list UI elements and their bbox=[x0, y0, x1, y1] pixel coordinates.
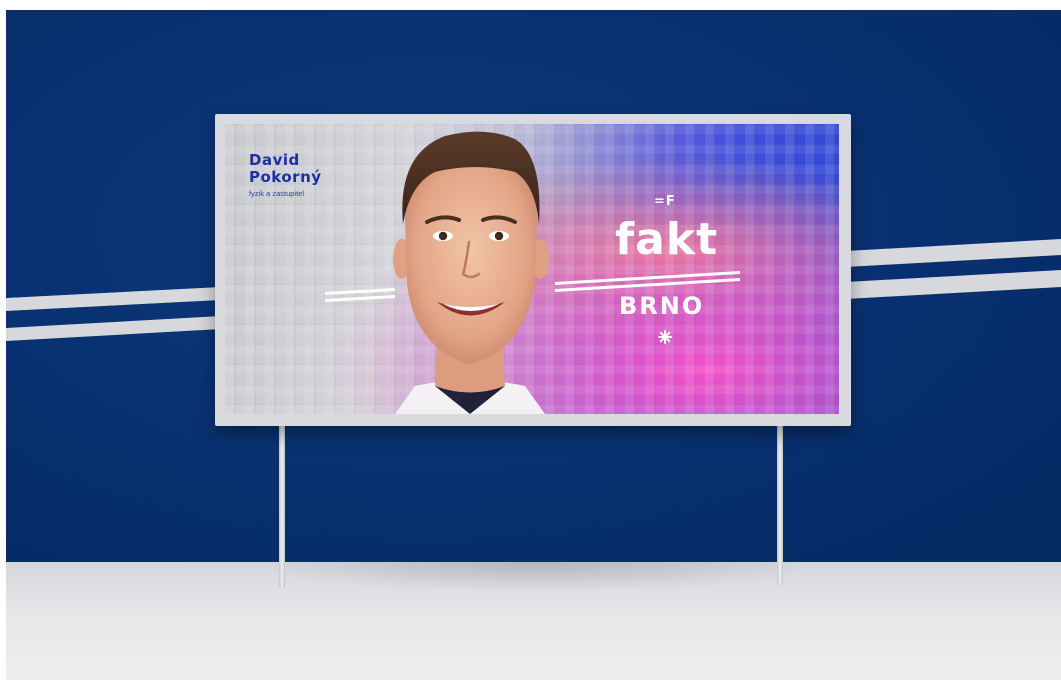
face bbox=[405, 156, 537, 364]
candidate-last-name: Pokorný bbox=[249, 168, 322, 186]
billboard-post-right bbox=[777, 424, 783, 585]
right-stripe-upper bbox=[846, 239, 1061, 267]
deco-line-right-2 bbox=[555, 278, 740, 292]
right-stripe-lower bbox=[846, 270, 1061, 299]
left-iris bbox=[438, 231, 448, 241]
candidate-subtitle: fyzik a zastupitel bbox=[249, 189, 305, 198]
floor-shadow bbox=[256, 562, 816, 592]
asterisk-icon bbox=[658, 330, 672, 344]
left-stripe-upper bbox=[6, 287, 221, 311]
left-stripe-lower bbox=[6, 316, 221, 341]
billboard-panel: David Pokorný fyzik a zastupitel =F fakt… bbox=[225, 124, 839, 414]
billboard-frame: David Pokorný fyzik a zastupitel =F fakt… bbox=[215, 114, 851, 426]
candidate-name-block: David Pokorný fyzik a zastupitel bbox=[249, 151, 322, 199]
fakt-logo-mark: =F bbox=[654, 194, 676, 209]
deco-line-right-1 bbox=[555, 271, 740, 285]
billboard-scene: David Pokorný fyzik a zastupitel =F fakt… bbox=[6, 10, 1061, 680]
candidate-first-name: David bbox=[249, 151, 300, 169]
headline-fakt: fakt bbox=[615, 214, 719, 265]
billboard-post-left bbox=[279, 424, 285, 587]
right-iris bbox=[494, 231, 504, 241]
candidate-portrait bbox=[393, 131, 549, 414]
city-brno: BRNO bbox=[619, 292, 705, 320]
